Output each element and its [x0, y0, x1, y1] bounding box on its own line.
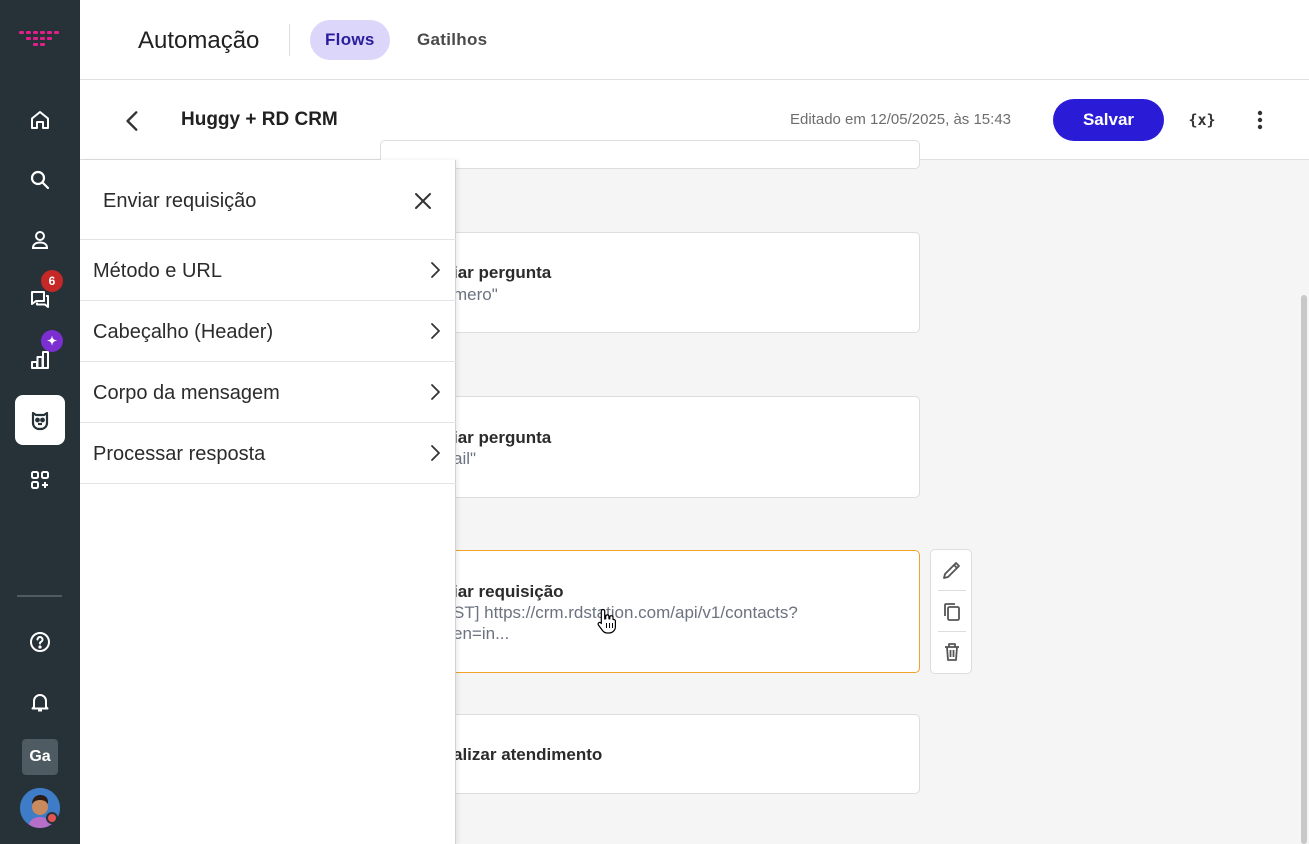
chevron-right-icon	[431, 445, 440, 461]
canvas-scrollbar[interactable]	[1301, 295, 1307, 844]
panel-title: Enviar requisição	[103, 190, 257, 212]
close-icon[interactable]	[412, 190, 434, 212]
save-button[interactable]: Salvar	[1053, 99, 1164, 141]
duplicate-icon[interactable]	[940, 600, 964, 624]
tab-gatilhos[interactable]: Gatilhos	[402, 20, 502, 60]
help-icon	[30, 632, 50, 652]
nav-contacts[interactable]	[15, 215, 65, 265]
status-dot	[46, 812, 58, 824]
panel-header: Enviar requisição	[80, 160, 456, 240]
edited-timestamp: Editado em 12/05/2025, às 15:43	[790, 111, 1012, 128]
card-title: iar requisição	[453, 582, 564, 601]
card-title: iar pergunta	[453, 428, 552, 447]
rail-divider	[17, 595, 62, 597]
edit-icon[interactable]	[940, 558, 964, 582]
chevron-right-icon	[431, 384, 440, 400]
delete-icon[interactable]	[940, 640, 964, 664]
request-config-panel: Enviar requisição Método e URL Cabeçalho…	[80, 160, 456, 844]
variables-icon[interactable]: {x}	[1188, 107, 1216, 133]
hand-cursor-icon	[597, 608, 616, 634]
card-actions	[930, 549, 972, 674]
panel-row-body[interactable]: Corpo da mensagem	[80, 362, 456, 423]
bell-icon	[31, 694, 49, 712]
header-divider	[289, 24, 290, 56]
card-title: iar pergunta	[453, 263, 552, 282]
row-label: Cabeçalho (Header)	[93, 321, 274, 343]
apps-icon	[31, 471, 49, 489]
nav-rail: 6 ✦ Ga	[0, 0, 80, 844]
flow-card-ask-email[interactable]: iar pergunta ail"	[380, 396, 920, 498]
card-subtitle-2: en=in...	[453, 624, 510, 643]
row-label: Método e URL	[93, 260, 222, 282]
tab-flows[interactable]: Flows	[310, 20, 390, 60]
nav-automation[interactable]	[15, 395, 65, 445]
home-icon	[31, 111, 49, 129]
more-options-icon[interactable]	[1248, 107, 1272, 133]
panel-row-response[interactable]: Processar resposta	[80, 423, 456, 484]
panel-row-method-url[interactable]: Método e URL	[80, 240, 456, 301]
huggy-logo[interactable]	[19, 28, 61, 50]
nav-apps[interactable]	[15, 455, 65, 505]
row-label: Corpo da mensagem	[93, 382, 280, 404]
card-title: alizar atendimento	[453, 745, 603, 764]
contacts-icon	[31, 231, 49, 249]
card-subtitle: ail"	[453, 449, 477, 468]
page-title: Automação	[138, 27, 260, 54]
nav-help[interactable]	[15, 617, 65, 667]
card-subtitle: ST] https://crm.rdstation.com/api/v1/con…	[453, 603, 798, 622]
company-initials[interactable]: Ga	[22, 739, 58, 775]
card-subtitle: mero"	[453, 285, 498, 304]
row-label: Processar resposta	[93, 443, 266, 465]
nav-home[interactable]	[15, 95, 65, 145]
nav-notifications[interactable]	[15, 677, 65, 727]
toolbox-divider	[938, 590, 966, 591]
flow-name: Huggy + RD CRM	[181, 109, 338, 130]
chevron-right-icon	[431, 262, 440, 278]
automation-icon	[31, 411, 49, 431]
reports-ai-badge: ✦	[41, 330, 63, 352]
chevron-right-icon	[431, 323, 440, 339]
panel-row-header[interactable]: Cabeçalho (Header)	[80, 301, 456, 362]
nav-search[interactable]	[15, 155, 65, 205]
flow-card-partial[interactable]	[380, 140, 920, 169]
search-icon	[30, 170, 50, 190]
flow-card-ask-number[interactable]: iar pergunta mero"	[380, 232, 920, 333]
flow-card-send-request[interactable]: iar requisição ST] https://crm.rdstation…	[380, 550, 920, 673]
back-arrow-icon[interactable]	[120, 108, 146, 134]
toolbox-divider	[938, 631, 966, 632]
chats-badge: 6	[41, 270, 63, 292]
top-header: Automação Flows Gatilhos	[80, 0, 1309, 80]
flow-card-finish[interactable]: alizar atendimento	[380, 714, 920, 794]
